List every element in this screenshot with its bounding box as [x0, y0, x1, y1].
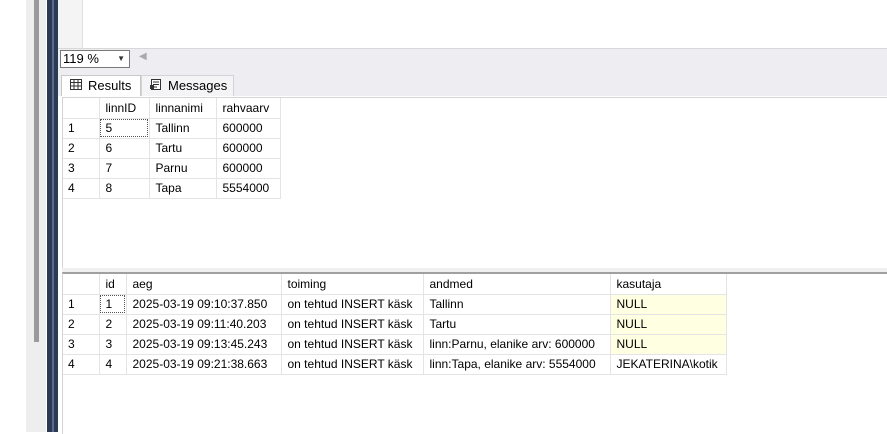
header-row: linnID linnanimi rahvaarv — [63, 98, 281, 119]
row-header-corner[interactable] — [63, 274, 100, 295]
grid-icon — [70, 77, 82, 96]
table-cell[interactable]: 2025-03-19 09:11:40.203 — [126, 314, 282, 335]
results-table-1: linnID linnanimi rahvaarv 1 5 Tallinn 60… — [63, 98, 281, 199]
column-header[interactable]: kasutaja — [610, 274, 727, 295]
row-number[interactable]: 3 — [63, 158, 100, 179]
tab-messages[interactable]: Messages — [141, 75, 234, 96]
column-header[interactable]: linnID — [99, 98, 150, 119]
table-cell[interactable]: linn:Parnu, elanike arv: 600000 — [423, 334, 611, 355]
table-cell[interactable]: 8 — [99, 178, 150, 199]
editor-border-highlight — [52, 0, 54, 432]
zoom-select[interactable]: 119 % ▼ — [60, 50, 130, 68]
messages-icon — [150, 77, 162, 96]
table-cell[interactable]: Tartu — [423, 314, 611, 335]
table-row[interactable]: 3 7 Parnu 600000 — [63, 158, 281, 179]
table-row[interactable]: 4 4 2025-03-19 09:21:38.663 on tehtud IN… — [63, 354, 727, 375]
tab-results-label: Results — [88, 78, 132, 93]
editor-margin — [58, 0, 83, 48]
table-cell[interactable]: linn:Tapa, elanike arv: 5554000 — [423, 354, 611, 375]
row-number[interactable]: 4 — [63, 354, 100, 375]
table-cell[interactable]: 2025-03-19 09:21:38.663 — [126, 354, 282, 375]
table-cell[interactable]: 600000 — [216, 158, 281, 179]
table-cell[interactable]: 6 — [99, 138, 150, 159]
table-cell[interactable]: on tehtud INSERT käsk — [281, 314, 424, 335]
row-number[interactable]: 4 — [63, 178, 100, 199]
scroll-left-icon[interactable]: ◀ — [139, 51, 147, 62]
left-scrollbar-track[interactable] — [34, 342, 39, 432]
left-gutter — [0, 0, 26, 432]
table-cell[interactable]: Parnu — [149, 158, 217, 179]
column-header[interactable]: aeg — [126, 274, 282, 295]
table-cell[interactable]: JEKATERINA\kotik — [610, 354, 727, 375]
table-row[interactable]: 2 2 2025-03-19 09:11:40.203 on tehtud IN… — [63, 314, 727, 335]
table-cell[interactable]: 600000 — [216, 118, 281, 139]
table-cell[interactable]: Tartu — [149, 138, 217, 159]
column-header[interactable]: andmed — [423, 274, 611, 295]
table-cell[interactable]: 600000 — [216, 138, 281, 159]
query-editor[interactable] — [58, 0, 887, 48]
chevron-down-icon[interactable]: ▼ — [117, 51, 125, 67]
column-header[interactable]: toiming — [281, 274, 424, 295]
table-cell[interactable]: 2 — [99, 314, 127, 335]
table-cell[interactable]: 3 — [99, 334, 127, 355]
table-cell[interactable]: on tehtud INSERT käsk — [281, 334, 424, 355]
table-row[interactable]: 2 6 Tartu 600000 — [63, 138, 281, 159]
table-cell[interactable]: on tehtud INSERT käsk — [281, 294, 424, 315]
table-cell[interactable]: 5 — [99, 118, 150, 139]
row-header-corner[interactable] — [63, 98, 100, 119]
null-cell[interactable]: NULL — [610, 314, 727, 335]
table-cell[interactable]: 2025-03-19 09:10:37.850 — [126, 294, 282, 315]
table-cell[interactable]: 5554000 — [216, 178, 281, 199]
table-cell[interactable]: 1 — [99, 294, 127, 315]
row-number[interactable]: 2 — [63, 138, 100, 159]
table-cell[interactable]: 4 — [99, 354, 127, 375]
row-number[interactable]: 1 — [63, 118, 100, 139]
column-header[interactable]: linnanimi — [149, 98, 217, 119]
row-number[interactable]: 2 — [63, 314, 100, 335]
row-number[interactable]: 1 — [63, 294, 100, 315]
zoom-value: 119 % — [63, 51, 99, 66]
results-table-2: id aeg toiming andmed kasutaja 1 1 2025-… — [63, 274, 727, 375]
column-header[interactable]: id — [99, 274, 127, 295]
table-row[interactable]: 1 1 2025-03-19 09:10:37.850 on tehtud IN… — [63, 294, 727, 315]
table-row[interactable]: 3 3 2025-03-19 09:13:45.243 on tehtud IN… — [63, 334, 727, 355]
table-row[interactable]: 4 8 Tapa 5554000 — [63, 178, 281, 199]
table-cell[interactable]: Tapa — [149, 178, 217, 199]
null-cell[interactable]: NULL — [610, 294, 727, 315]
column-header[interactable]: rahvaarv — [216, 98, 281, 119]
tab-results[interactable]: Results — [61, 75, 141, 96]
row-number[interactable]: 3 — [63, 334, 100, 355]
table-row[interactable]: 1 5 Tallinn 600000 — [63, 118, 281, 139]
table-cell[interactable]: on tehtud INSERT käsk — [281, 354, 424, 375]
table-cell[interactable]: 2025-03-19 09:13:45.243 — [126, 334, 282, 355]
header-row: id aeg toiming andmed kasutaja — [63, 274, 727, 295]
results-grid-2[interactable]: id aeg toiming andmed kasutaja 1 1 2025-… — [62, 272, 887, 434]
null-cell[interactable]: NULL — [610, 334, 727, 355]
tab-messages-label: Messages — [168, 78, 228, 93]
results-grid-1[interactable]: linnID linnanimi rahvaarv 1 5 Tallinn 60… — [62, 97, 887, 269]
left-scrollbar-thumb[interactable] — [34, 0, 39, 342]
table-cell[interactable]: Tallinn — [423, 294, 611, 315]
table-cell[interactable]: 7 — [99, 158, 150, 179]
zoom-bar — [58, 48, 887, 71]
table-cell[interactable]: Tallinn — [149, 118, 217, 139]
